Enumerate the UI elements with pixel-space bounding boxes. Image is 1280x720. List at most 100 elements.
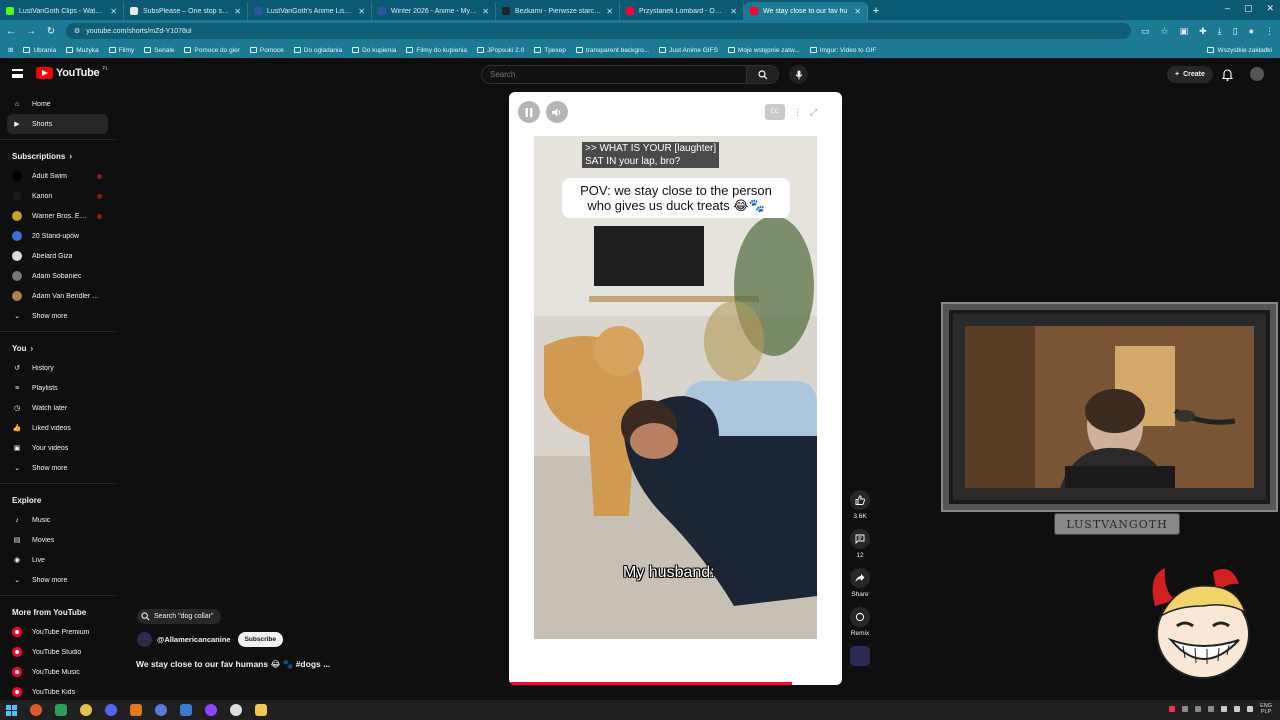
hamburger-menu-icon[interactable] [12, 69, 23, 78]
remix-button[interactable] [850, 607, 870, 627]
tab-close-icon[interactable]: ✕ [730, 7, 737, 16]
windows-start-icon[interactable] [6, 704, 17, 716]
back-icon[interactable]: ← [6, 26, 16, 37]
steam-icon[interactable] [180, 704, 192, 716]
maximize-button[interactable]: ▢ [1244, 3, 1253, 14]
like-button[interactable] [850, 490, 870, 510]
apps-icon[interactable]: ⊞ [8, 46, 13, 54]
puzzle-icon[interactable]: ✚ [1199, 26, 1207, 37]
sidebar-item-music[interactable]: ♪ Music [7, 510, 108, 530]
keyboard-language-indicator[interactable]: ENG PLP [1260, 703, 1272, 715]
sidebar-item-history[interactable]: ↺ History [7, 358, 108, 378]
tab-close-icon[interactable]: ✕ [606, 7, 613, 16]
sidebar-item-watch-later[interactable]: ◷ Watch later [7, 398, 108, 418]
channel-avatar-small[interactable] [850, 646, 870, 666]
discord-icon[interactable] [105, 704, 117, 716]
vlc-icon[interactable] [130, 704, 142, 716]
sidebar-item-abelard-giza[interactable]: Abelard Giza [7, 246, 108, 266]
sidebar-item-your-videos[interactable]: ▣ Your videos [7, 438, 108, 458]
site-info-icon[interactable]: ⚙ [74, 27, 80, 35]
tab-close-icon[interactable]: ✕ [854, 7, 861, 16]
tray-app-icon[interactable] [1169, 706, 1176, 712]
downloads-icon[interactable]: ⤓ [1218, 26, 1222, 37]
subscriptions-header[interactable]: Subscriptions › [7, 146, 108, 166]
sidepanel-icon[interactable]: ▯ [1233, 26, 1238, 37]
channel-name[interactable]: @Allamericancanine [157, 635, 231, 644]
bookmark-item[interactable]: Pomoce [249, 47, 284, 54]
microphone-tray-icon[interactable] [1221, 706, 1228, 712]
shorts-player[interactable]: CC ⋮ ⤢ >> WHAT IS YOUR [laughter] SAT IN… [509, 92, 842, 685]
file-explorer-icon[interactable] [255, 704, 267, 716]
more-options-icon[interactable]: ⋮ [793, 107, 802, 118]
sidebar-item-liked-videos[interactable]: 👍 Liked videos [7, 418, 108, 438]
bookmark-item[interactable]: Filmy [108, 47, 134, 54]
sidebar-item-home[interactable]: ⌂ Home [7, 94, 108, 114]
browser-tab[interactable]: Winter 2026 - Anime - MyAnim ✕ [372, 2, 496, 20]
app-green-icon[interactable] [55, 704, 67, 716]
bookmark-item[interactable]: Ubrania [23, 47, 56, 54]
sidebar-item-playlists[interactable]: ≡ Playlists [7, 378, 108, 398]
bookmark-item[interactable]: Do ogladania [293, 47, 342, 54]
app-yellow-icon[interactable] [80, 704, 92, 716]
sidebar-item-adam-sobaniec[interactable]: Adam Sobaniec [7, 266, 108, 286]
close-window-button[interactable]: ✕ [1266, 3, 1274, 14]
minimize-button[interactable]: – [1225, 3, 1230, 14]
video-progress-bar[interactable] [509, 682, 793, 685]
pause-button[interactable] [518, 101, 540, 123]
reload-icon[interactable]: ↻ [46, 26, 56, 37]
menu-icon[interactable]: ⋮ [1265, 26, 1274, 37]
profile-icon[interactable]: ● [1249, 26, 1254, 37]
browser-tab[interactable]: LustVanGoth Clips - Watch Liv ✕ [0, 2, 124, 20]
sidebar-item-20-stand-up-w[interactable]: 20 Stand-upów [7, 226, 108, 246]
volume-tray-icon[interactable] [1234, 706, 1241, 712]
sidebar-item-youtube-music[interactable]: YouTube Music [7, 662, 108, 682]
bookmark-item[interactable]: Tpexep [534, 47, 566, 54]
sidebar-item-shorts[interactable]: ▶ Shorts [7, 114, 108, 134]
new-tab-button[interactable]: + [868, 2, 884, 20]
bookmark-item[interactable]: JPopsuki 2.0 [477, 47, 524, 54]
browser-tab[interactable]: We stay close to our fav hu ✕ [744, 2, 868, 20]
sidebar-item-youtube-studio[interactable]: YouTube Studio [7, 642, 108, 662]
chrome-app-icon[interactable] [30, 704, 42, 716]
voice-search-button[interactable] [789, 65, 808, 84]
sidebar-item-adam-van-bendler[interactable]: Adam Van Bendler ... [7, 286, 108, 306]
sidebar-item-live[interactable]: ◉ Live [7, 550, 108, 570]
sidebar-item-show-more[interactable]: ⌄ Show more [7, 570, 108, 590]
network-tray-icon[interactable] [1247, 706, 1254, 712]
address-bar[interactable]: ⚙ youtube.com/shorts/mZd-Y1078uI [66, 23, 1131, 39]
sidebar-item-warner-bros-ent[interactable]: Warner Bros. Ent... [7, 206, 108, 226]
tray-app-icon[interactable] [1208, 706, 1215, 712]
extension-icon[interactable]: ▣ [1180, 26, 1189, 37]
video-title[interactable]: We stay close to our fav humans 😂 🐾 #dog… [136, 659, 330, 670]
obs-icon[interactable] [230, 704, 242, 716]
bookmark-star-icon[interactable]: ☆ [1160, 26, 1168, 37]
bookmark-item[interactable]: transparent backgro... [575, 47, 649, 54]
search-button[interactable] [746, 66, 778, 83]
bookmark-item[interactable]: Pomoce do gier [184, 47, 240, 54]
browser-tab[interactable]: Przystanek Lombard - Odc. 78 ✕ [620, 2, 744, 20]
related-search-chip[interactable]: Search "dog collar" [137, 609, 222, 624]
tray-app-icon[interactable] [1182, 706, 1189, 712]
twitch-icon[interactable] [205, 704, 217, 716]
bookmark-item[interactable]: Just Anime GIFS [659, 47, 718, 54]
sidebar-item-kanon[interactable]: Kanon [7, 186, 108, 206]
sidebar-item-adult-swim[interactable]: Adult Swim [7, 166, 108, 186]
sidebar-item-youtube-premium[interactable]: YouTube Premium [7, 622, 108, 642]
bookmark-item[interactable]: Seriale [144, 47, 174, 54]
account-avatar[interactable] [1250, 67, 1264, 81]
mute-button[interactable] [546, 101, 568, 123]
subscribe-button[interactable]: Subscribe [237, 632, 284, 647]
bookmark-item[interactable]: Moje wstępnie zatw... [727, 47, 800, 54]
sidebar-item-show-more[interactable]: ⌄ Show more [7, 458, 108, 478]
tab-close-icon[interactable]: ✕ [110, 7, 117, 16]
comments-button[interactable] [850, 529, 870, 549]
video-frame[interactable]: >> WHAT IS YOUR [laughter] SAT IN your l… [534, 136, 817, 639]
notifications-bell-icon[interactable] [1221, 68, 1234, 86]
tray-app-icon[interactable] [1195, 706, 1202, 712]
tab-close-icon[interactable]: ✕ [482, 7, 489, 16]
search-input[interactable] [482, 70, 746, 79]
sidebar-item-movies[interactable]: ▤ Movies [7, 530, 108, 550]
bookmark-item[interactable]: Muzyka [66, 47, 99, 54]
all-bookmarks[interactable]: Wszystkie zakładki [1207, 47, 1272, 54]
tab-close-icon[interactable]: ✕ [234, 7, 241, 16]
